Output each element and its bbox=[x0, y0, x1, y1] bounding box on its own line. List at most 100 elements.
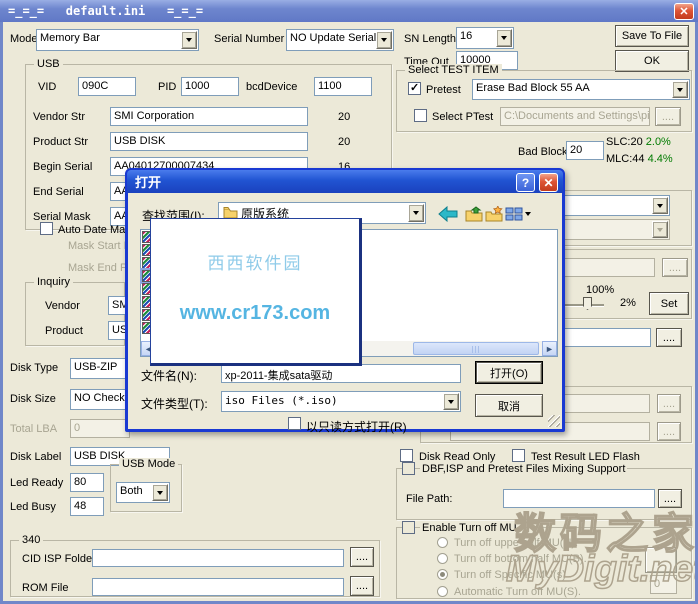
scroll-right-icon[interactable]: ► bbox=[542, 341, 557, 356]
read-only-checkbox[interactable] bbox=[288, 417, 301, 430]
cid-isp-folder-label: CID ISP Folder bbox=[22, 553, 96, 565]
slc-count: SLC:20 bbox=[606, 136, 643, 148]
ok-button[interactable]: OK bbox=[615, 50, 689, 72]
watermark-box: 西西软件园 www.cr173.com bbox=[150, 218, 362, 366]
views-menu-icon[interactable] bbox=[505, 206, 531, 222]
pretest-label: Pretest bbox=[426, 84, 461, 96]
percent-2-label: 2% bbox=[620, 297, 636, 309]
pretest-checkbox[interactable] bbox=[408, 81, 421, 95]
set-button[interactable]: Set bbox=[649, 292, 689, 315]
mlc-stat: MLC:44 4.4% bbox=[606, 153, 673, 165]
vid-label: VID bbox=[38, 81, 57, 93]
sn-length-select[interactable]: 16 bbox=[456, 27, 514, 49]
radio-turnoff-auto-label: Automatic Turn off MU(S). bbox=[454, 586, 581, 598]
dialog-title: 打开 bbox=[135, 175, 162, 190]
read-only-label: 以只读方式打开(R) bbox=[306, 420, 407, 434]
file-path-input[interactable] bbox=[503, 489, 655, 508]
led-ready-label: Led Ready bbox=[10, 477, 64, 489]
disk-read-only-checkbox[interactable] bbox=[400, 449, 413, 462]
usb-group-title: USB bbox=[34, 58, 63, 70]
bad-block-input[interactable]: 20 bbox=[566, 141, 604, 160]
scrollbar-thumb[interactable] bbox=[413, 342, 539, 355]
dialog-titlebar[interactable]: 打开 bbox=[127, 170, 563, 193]
close-icon[interactable]: ✕ bbox=[674, 3, 694, 20]
cid-isp-folder-input[interactable] bbox=[92, 549, 344, 567]
file-type-select[interactable]: iso Files (*.iso) bbox=[221, 391, 461, 412]
chevron-down-icon[interactable] bbox=[652, 197, 668, 214]
resize-grip[interactable] bbox=[548, 415, 560, 427]
disk-size-select[interactable]: NO Check bbox=[70, 389, 130, 410]
file-name-label: 文件名(N): bbox=[141, 369, 197, 383]
total-lba-label: Total LBA bbox=[10, 423, 58, 435]
serial-number-select[interactable]: NO Update Serial bbox=[286, 29, 394, 51]
mixing-group-title: DBF,ISP and Pretest Files Mixing Support bbox=[420, 463, 628, 475]
inquiry-vendor-label: Vendor bbox=[45, 300, 80, 312]
chevron-down-icon[interactable] bbox=[376, 31, 392, 49]
cid-isp-browse-button[interactable]: .... bbox=[350, 547, 374, 567]
iso-browse-button[interactable]: .... bbox=[656, 328, 682, 347]
help-icon[interactable]: ? bbox=[516, 173, 535, 192]
chevron-down-icon[interactable] bbox=[408, 204, 424, 222]
usb-mode-select[interactable]: Both bbox=[116, 482, 170, 503]
pid-input[interactable]: 1000 bbox=[181, 77, 239, 96]
chevron-down-icon[interactable] bbox=[443, 393, 459, 410]
mixing-checkbox[interactable] bbox=[402, 462, 415, 475]
right-browse-button-1: .... bbox=[657, 394, 681, 413]
up-folder-icon[interactable] bbox=[465, 206, 483, 222]
select-ptest-label: Select PTest bbox=[432, 111, 494, 123]
test-result-led-checkbox[interactable] bbox=[512, 449, 525, 462]
bcddevice-input[interactable]: 1100 bbox=[314, 77, 372, 96]
select-ptest-checkbox[interactable] bbox=[414, 109, 427, 122]
radio-turnoff-auto bbox=[437, 586, 448, 597]
chevron-down-icon[interactable] bbox=[152, 484, 168, 501]
radio-turnoff-specific bbox=[437, 569, 448, 580]
auto-date-label: Auto Date Ma bbox=[58, 224, 126, 236]
rom-file-browse-button[interactable]: .... bbox=[350, 576, 374, 596]
serial-number-label: Serial Number bbox=[214, 33, 285, 45]
watermark-site-url: www.cr173.com bbox=[179, 302, 331, 324]
back-icon[interactable] bbox=[438, 206, 458, 222]
right-browse-button-2: .... bbox=[657, 422, 681, 441]
led-busy-input[interactable]: 48 bbox=[70, 497, 104, 516]
titlebar[interactable]: =_=_= default.ini =_=_= bbox=[0, 0, 698, 22]
ptest-browse-button: .... bbox=[655, 107, 681, 126]
file-path-browse-button[interactable]: .... bbox=[658, 489, 682, 508]
turnoff-group-title: Enable Turn off MU bbox=[420, 522, 519, 534]
close-icon[interactable]: ✕ bbox=[539, 173, 558, 192]
product-str-input[interactable]: USB DISK bbox=[110, 132, 308, 151]
test-item-group-title: Select TEST ITEM bbox=[405, 64, 502, 76]
pid-label: PID bbox=[158, 81, 177, 93]
mode-label: Mode bbox=[10, 33, 38, 45]
cancel-button[interactable]: 取消 bbox=[475, 394, 543, 417]
mlc-count: MLC:44 bbox=[606, 153, 645, 165]
radio-turnoff-bottom-label: Turn off bottom half MU(B). bbox=[454, 553, 587, 565]
enable-turnoff-checkbox[interactable] bbox=[402, 521, 415, 534]
file-type-value: iso Files (*.iso) bbox=[225, 394, 338, 407]
led-ready-input[interactable]: 80 bbox=[70, 473, 104, 492]
chevron-down-icon[interactable] bbox=[496, 29, 512, 47]
begin-serial-label: Begin Serial bbox=[33, 161, 93, 173]
rom-file-label: ROM File bbox=[22, 582, 69, 594]
mask-start-label: Mask Start P bbox=[68, 240, 131, 252]
disk-type-select[interactable]: USB-ZIP bbox=[70, 358, 130, 379]
ptest-path-input: C:\Documents and Settings\pit bbox=[500, 107, 650, 126]
settings-browse-button: .... bbox=[662, 258, 688, 277]
rom-file-input[interactable] bbox=[92, 578, 344, 596]
pretest-select[interactable]: Erase Bad Block 55 AA bbox=[472, 79, 690, 100]
mptool-window: =_=_= default.ini =_=_= ✕ Mode Memory Ba… bbox=[0, 0, 698, 604]
auto-date-checkbox[interactable] bbox=[40, 222, 53, 235]
vendor-str-input[interactable]: SMI Corporation bbox=[110, 107, 308, 126]
vid-input[interactable]: 090C bbox=[78, 77, 136, 96]
file-name-input[interactable]: xp-2011-集成sata驱动 bbox=[221, 364, 461, 383]
total-lba-input: 0 bbox=[70, 419, 130, 438]
save-to-file-button[interactable]: Save To File bbox=[615, 25, 689, 47]
chevron-down-icon[interactable] bbox=[181, 31, 197, 49]
pretest-value: Erase Bad Block 55 AA bbox=[476, 82, 590, 94]
open-button[interactable]: 打开(O) bbox=[475, 361, 543, 384]
chevron-down-icon[interactable] bbox=[672, 81, 688, 98]
mode-select[interactable]: Memory Bar bbox=[36, 29, 199, 51]
disk-read-only-label: Disk Read Only bbox=[419, 451, 496, 463]
usb-mode-group-title: USB Mode bbox=[119, 458, 179, 470]
slc-percent: 2.0% bbox=[645, 136, 671, 148]
new-folder-icon[interactable] bbox=[485, 206, 503, 222]
